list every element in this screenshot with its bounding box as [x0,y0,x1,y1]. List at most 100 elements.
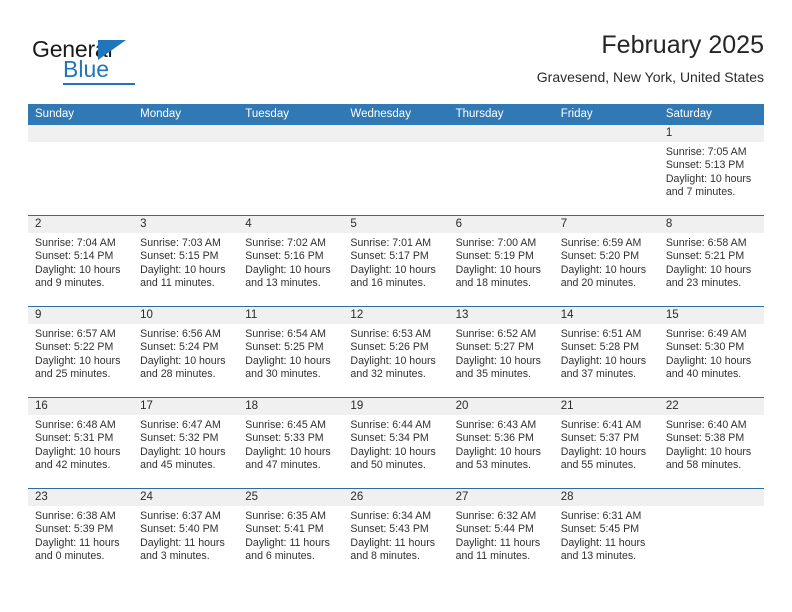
sunrise-line: Sunrise: 6:51 AM [560,328,642,340]
day-number: 18 [245,400,259,412]
day-number: 8 [665,218,673,230]
day-number: 2 [35,218,42,230]
daylight-line-2: and 35 minutes. [455,368,531,381]
day-cell[interactable]: Sunrise: 6:47 AM Sunset: 5:32 PM Dayligh… [133,415,238,487]
day-cell[interactable]: Sunrise: 6:40 AM Sunset: 5:38 PM Dayligh… [659,415,764,487]
week-body-row: Sunrise: 6:38 AM Sunset: 5:39 PM Dayligh… [28,506,764,578]
sunset-line: Sunset: 5:43 PM [350,523,429,536]
day-cell[interactable] [133,142,238,214]
daylight-line-1: Daylight: 10 hours [560,263,647,276]
day-cell[interactable]: Sunrise: 6:57 AM Sunset: 5:22 PM Dayligh… [28,324,133,396]
day-cell[interactable] [449,142,554,214]
sunset-line: Sunset: 5:40 PM [140,523,219,536]
sunset-line: Sunset: 5:44 PM [455,523,534,536]
day-number: 22 [665,400,679,412]
sunrise-line: Sunrise: 7:01 AM [350,237,432,249]
day-cell[interactable]: Sunrise: 7:04 AM Sunset: 5:14 PM Dayligh… [28,233,133,305]
day-cell[interactable] [659,506,764,578]
day-cell[interactable] [554,142,659,214]
day-number: 14 [560,309,574,321]
week-body-row: Sunrise: 6:57 AM Sunset: 5:22 PM Dayligh… [28,324,764,396]
daylight-line-1: Daylight: 11 hours [560,536,646,549]
daylight-line-2: and 53 minutes. [455,459,531,472]
daylight-line-2: and 20 minutes. [560,277,637,290]
sunrise-line: Sunrise: 6:59 AM [560,237,642,249]
sunrise-line: Sunrise: 6:44 AM [350,419,432,431]
day-cell[interactable]: Sunrise: 7:00 AM Sunset: 5:19 PM Dayligh… [449,233,554,305]
day-cell[interactable]: Sunrise: 6:38 AM Sunset: 5:39 PM Dayligh… [28,506,133,578]
daylight-line-1: Daylight: 10 hours [350,263,436,276]
daylight-line-1: Daylight: 10 hours [455,263,541,276]
daylight-line-1: Daylight: 10 hours [245,263,331,276]
week-body-row: Sunrise: 7:04 AM Sunset: 5:14 PM Dayligh… [28,233,764,305]
sunset-line: Sunset: 5:30 PM [665,341,745,354]
sunrise-line: Sunrise: 6:32 AM [455,510,537,522]
week-date-band: 16 17 18 19 20 21 22 [28,398,764,415]
daylight-line-1: Daylight: 10 hours [665,263,752,276]
day-cell[interactable]: Sunrise: 6:35 AM Sunset: 5:41 PM Dayligh… [238,506,343,578]
sunrise-line: Sunrise: 6:47 AM [140,419,221,431]
day-cell[interactable]: Sunrise: 7:02 AM Sunset: 5:16 PM Dayligh… [238,233,343,305]
daylight-line-2: and 30 minutes. [245,368,321,381]
day-number [28,125,133,142]
day-cell[interactable]: Sunrise: 6:58 AM Sunset: 5:21 PM Dayligh… [659,233,764,305]
day-cell[interactable] [238,142,343,214]
day-cell[interactable]: Sunrise: 6:53 AM Sunset: 5:26 PM Dayligh… [343,324,448,396]
day-cell[interactable]: Sunrise: 6:49 AM Sunset: 5:30 PM Dayligh… [659,324,764,396]
day-cell[interactable]: Sunrise: 6:56 AM Sunset: 5:24 PM Dayligh… [133,324,238,396]
sunrise-line: Sunrise: 6:45 AM [245,419,326,431]
week-row: 1 Sunrise: 7:05 AM Sunset: 5:13 PM Dayli… [28,125,764,215]
week-row: 23 24 25 26 27 28 Sunrise: 6:38 AM Sunse… [28,489,764,579]
daylight-line-2: and 25 minutes. [35,368,111,381]
day-cell[interactable]: Sunrise: 6:34 AM Sunset: 5:43 PM Dayligh… [343,506,448,578]
sunrise-line: Sunrise: 6:57 AM [35,328,116,340]
daylight-line-2: and 13 minutes. [560,550,637,563]
sunrise-line: Sunrise: 6:43 AM [455,419,537,431]
day-cell[interactable]: Sunrise: 6:51 AM Sunset: 5:28 PM Dayligh… [554,324,659,396]
day-number: 5 [350,218,357,230]
day-cell[interactable]: Sunrise: 6:43 AM Sunset: 5:36 PM Dayligh… [449,415,554,487]
sunset-line: Sunset: 5:28 PM [560,341,640,354]
weekday-header-friday: Friday [560,108,593,120]
day-number: 7 [560,218,568,230]
day-cell[interactable]: Sunrise: 7:03 AM Sunset: 5:15 PM Dayligh… [133,233,238,305]
day-number: 26 [350,491,364,503]
day-number [659,489,764,506]
day-number: 19 [350,400,364,412]
week-body-row: Sunrise: 7:05 AM Sunset: 5:13 PM Dayligh… [28,142,764,214]
week-date-band: 23 24 25 26 27 28 [28,489,764,506]
weekday-header-monday: Monday [140,108,182,120]
day-cell[interactable]: Sunrise: 6:31 AM Sunset: 5:45 PM Dayligh… [554,506,659,578]
sunrise-line: Sunrise: 6:34 AM [350,510,432,522]
sunrise-line: Sunrise: 6:52 AM [455,328,537,340]
week-date-band: 2 3 4 5 6 7 8 [28,216,764,233]
daylight-line-1: Daylight: 10 hours [350,354,436,367]
sunrise-line: Sunrise: 7:00 AM [455,237,537,249]
day-cell[interactable]: Sunrise: 6:45 AM Sunset: 5:33 PM Dayligh… [238,415,343,487]
daylight-line-1: Daylight: 10 hours [140,354,226,367]
day-cell[interactable]: Sunrise: 7:01 AM Sunset: 5:17 PM Dayligh… [343,233,448,305]
daylight-line-1: Daylight: 10 hours [455,354,541,367]
week-row: 16 17 18 19 20 21 22 Sunrise: 6:48 AM Su… [28,398,764,488]
sunrise-line: Sunrise: 6:31 AM [560,510,642,522]
daylight-line-2: and 16 minutes. [350,277,426,290]
day-cell[interactable]: Sunrise: 6:44 AM Sunset: 5:34 PM Dayligh… [343,415,448,487]
day-cell[interactable]: Sunrise: 6:41 AM Sunset: 5:37 PM Dayligh… [554,415,659,487]
week-row: 2 3 4 5 6 7 8 Sunrise: 7:04 AM Sunset: 5… [28,216,764,306]
day-cell[interactable]: Sunrise: 6:37 AM Sunset: 5:40 PM Dayligh… [133,506,238,578]
daylight-line-2: and 3 minutes. [140,550,210,563]
daylight-line-2: and 11 minutes. [455,550,531,563]
day-cell[interactable]: Sunrise: 6:54 AM Sunset: 5:25 PM Dayligh… [238,324,343,396]
day-cell[interactable] [343,142,448,214]
day-number [449,125,554,142]
day-cell[interactable]: Sunrise: 6:32 AM Sunset: 5:44 PM Dayligh… [449,506,554,578]
weekday-header-tuesday: Tuesday [245,108,289,120]
day-cell[interactable]: Sunrise: 6:52 AM Sunset: 5:27 PM Dayligh… [449,324,554,396]
day-cell[interactable] [28,142,133,214]
sunset-line: Sunset: 5:26 PM [350,341,429,354]
daylight-line-2: and 11 minutes. [140,277,215,290]
day-cell[interactable]: Sunrise: 6:48 AM Sunset: 5:31 PM Dayligh… [28,415,133,487]
day-cell[interactable]: Sunrise: 7:05 AM Sunset: 5:13 PM Dayligh… [659,142,764,214]
day-cell[interactable]: Sunrise: 6:59 AM Sunset: 5:20 PM Dayligh… [554,233,659,305]
sunset-line: Sunset: 5:13 PM [665,159,745,172]
